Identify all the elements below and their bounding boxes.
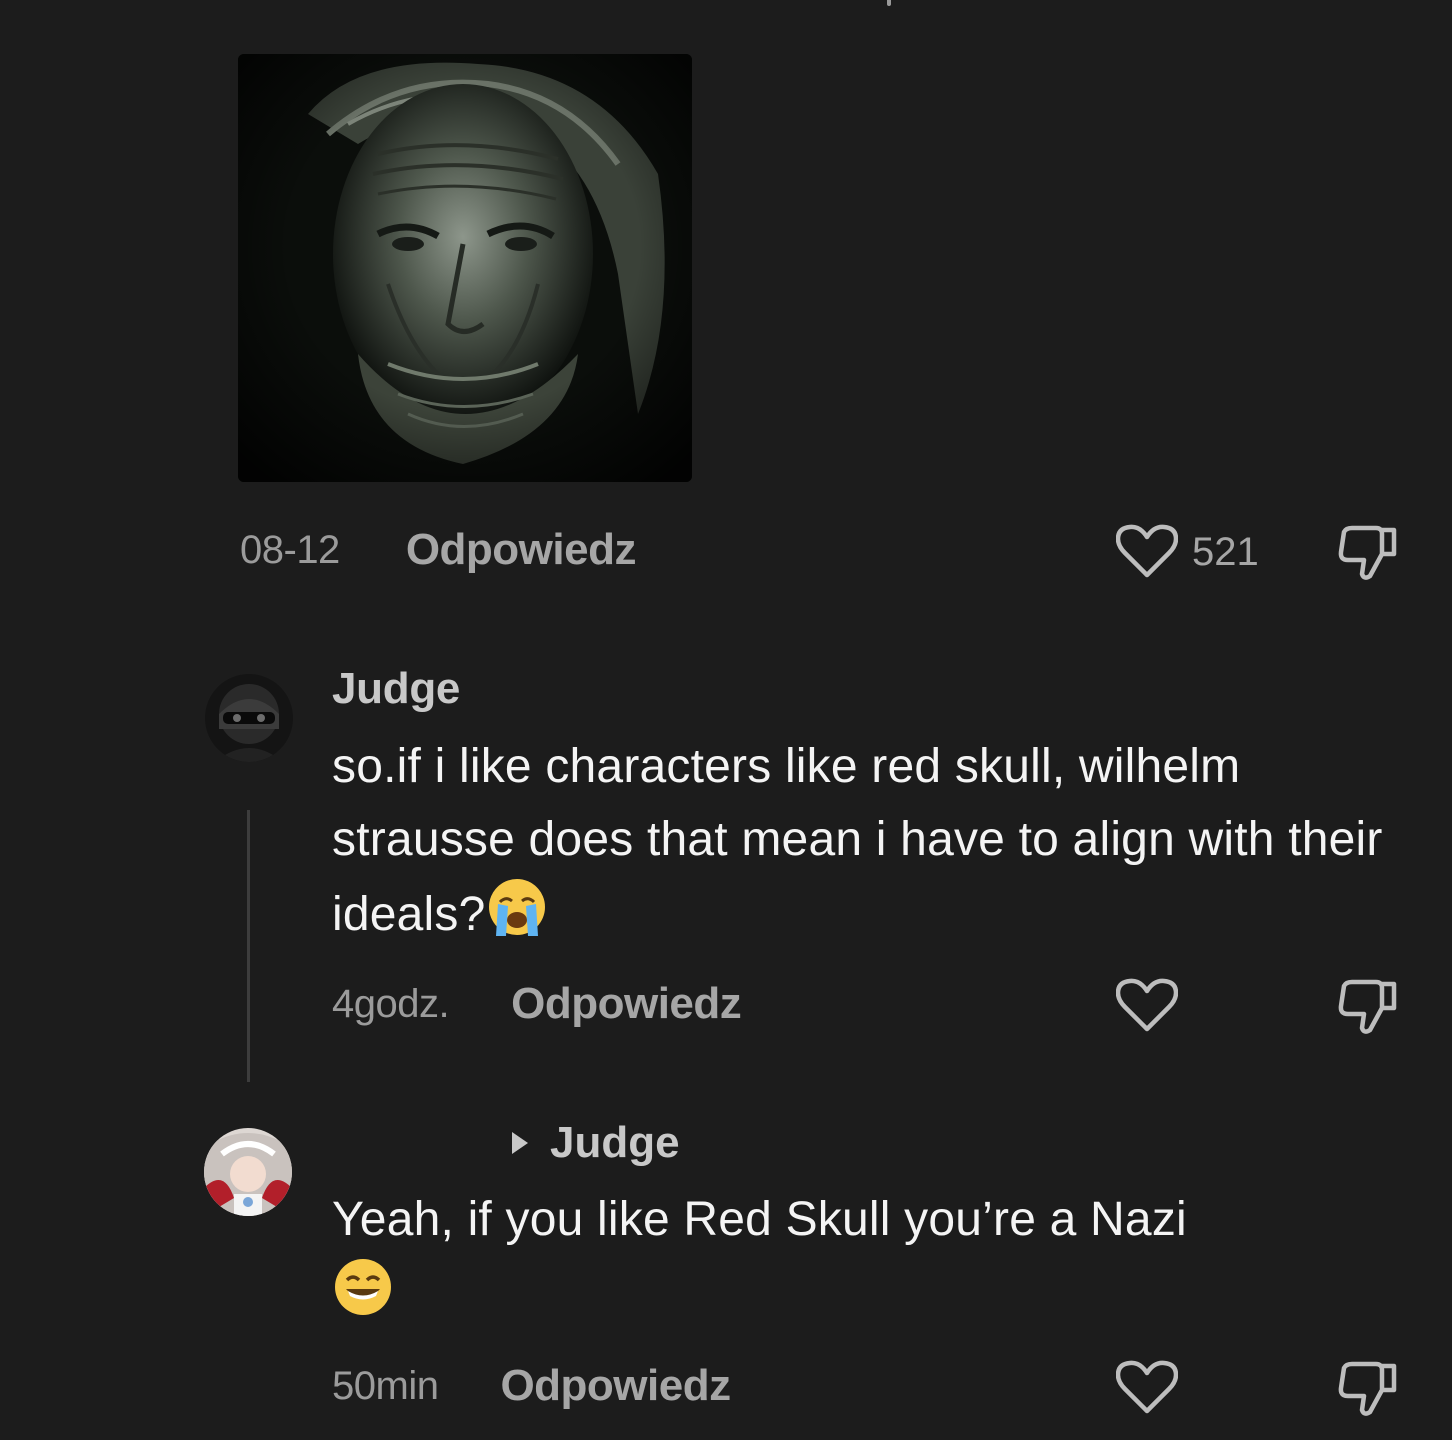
reply-to-username: Judge bbox=[550, 1118, 680, 1167]
heart-icon bbox=[1116, 524, 1178, 578]
top-comment-actions: 08-12 Odpowiedz bbox=[240, 520, 636, 580]
comment-timestamp: 4godz. bbox=[332, 981, 450, 1026]
previous-item-fragment bbox=[887, 0, 891, 6]
like-button[interactable] bbox=[1116, 1360, 1178, 1416]
dislike-button[interactable] bbox=[1336, 978, 1400, 1043]
comment-timestamp: 50min bbox=[332, 1363, 439, 1408]
avatar[interactable] bbox=[205, 674, 293, 762]
comment-text: so.if i like characters like red skull, … bbox=[332, 730, 1412, 959]
comment-timestamp: 08-12 bbox=[240, 527, 340, 572]
grinning-face-emoji bbox=[332, 1256, 394, 1339]
reply-to-indicator[interactable]: Judge bbox=[512, 1118, 680, 1168]
loudly-crying-face-emoji bbox=[486, 876, 548, 959]
heart-icon bbox=[1116, 978, 1178, 1032]
dislike-button[interactable] bbox=[1336, 1360, 1400, 1425]
judge-comment-actions: 4godz. Odpowiedz bbox=[332, 974, 742, 1034]
reply-button[interactable]: Odpowiedz bbox=[500, 1361, 731, 1411]
comment-body: Yeah, if you like Red Skull you’re a Naz… bbox=[332, 1193, 1187, 1246]
comment-username[interactable]: Judge bbox=[332, 664, 460, 714]
play-arrow-icon bbox=[512, 1132, 528, 1154]
like-button[interactable] bbox=[1116, 978, 1178, 1034]
thumbs-down-icon bbox=[1338, 1361, 1397, 1416]
like-count: 521 bbox=[1192, 529, 1259, 574]
heart-icon bbox=[1116, 1360, 1178, 1414]
dislike-button[interactable] bbox=[1336, 524, 1400, 589]
comment-text: Yeah, if you like Red Skull you’re a Naz… bbox=[332, 1183, 1422, 1339]
thread-line bbox=[247, 810, 250, 1082]
thumbs-down-icon bbox=[1338, 979, 1397, 1034]
thumbs-down-icon bbox=[1338, 525, 1397, 580]
reply-button[interactable]: Odpowiedz bbox=[406, 525, 637, 575]
reply-button[interactable]: Odpowiedz bbox=[511, 979, 742, 1029]
avatar[interactable] bbox=[204, 1128, 292, 1216]
comment-image[interactable] bbox=[238, 54, 692, 482]
reply-comment-actions: 50min Odpowiedz bbox=[332, 1356, 731, 1416]
like-button[interactable]: 521 bbox=[1116, 524, 1259, 580]
